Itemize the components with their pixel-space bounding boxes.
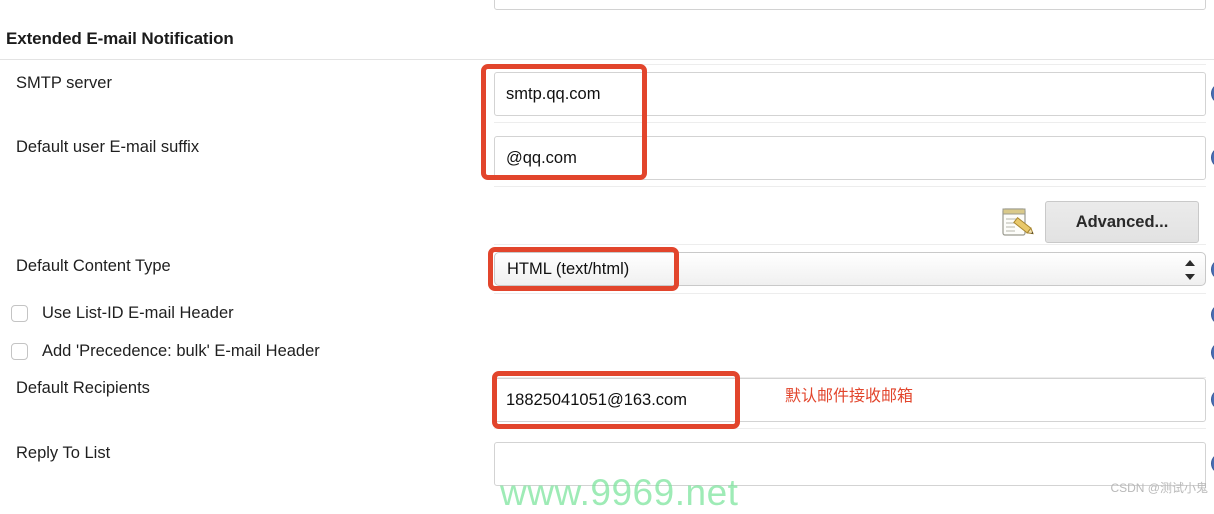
row-divider (494, 186, 1206, 187)
reply-to-list-label: Reply To List (16, 444, 111, 462)
row-divider (494, 122, 1206, 123)
row-divider (494, 64, 1206, 65)
row-divider (494, 428, 1206, 429)
annotation-note-recipients: 默认邮件接收邮箱 (785, 388, 914, 405)
checkbox-row-precedence-bulk[interactable]: Add 'Precedence: bulk' E-mail Header (11, 342, 320, 361)
notepad-pencil-icon[interactable] (1000, 205, 1036, 239)
select-stepper-icon[interactable] (1184, 260, 1196, 280)
content-type-value: HTML (text/html) (507, 259, 630, 278)
row-divider (494, 293, 1206, 294)
smtp-server-label: SMTP server (16, 74, 112, 92)
top-partial-input[interactable] (494, 0, 1206, 10)
row-divider (494, 244, 1206, 245)
content-type-label: Default Content Type (16, 257, 171, 275)
email-suffix-input[interactable]: @qq.com (494, 136, 1206, 180)
chevron-down-icon (1185, 274, 1195, 280)
precedence-bulk-label: Add 'Precedence: bulk' E-mail Header (42, 342, 320, 360)
default-recipients-label: Default Recipients (16, 379, 150, 397)
advanced-button[interactable]: Advanced... (1045, 201, 1199, 243)
chevron-up-icon (1185, 260, 1195, 266)
smtp-server-input[interactable]: smtp.qq.com (494, 72, 1206, 116)
checkbox-row-use-list-id[interactable]: Use List-ID E-mail Header (11, 304, 234, 323)
use-list-id-checkbox[interactable] (11, 305, 28, 322)
section-title: Extended E-mail Notification (6, 29, 234, 48)
use-list-id-label: Use List-ID E-mail Header (42, 304, 234, 322)
email-suffix-label: Default user E-mail suffix (16, 138, 200, 156)
watermark-site: www.9969.net (500, 472, 739, 513)
section-divider (0, 59, 1214, 60)
precedence-bulk-checkbox[interactable] (11, 343, 28, 360)
watermark-csdn: CSDN @测试小鬼 (1110, 481, 1208, 495)
